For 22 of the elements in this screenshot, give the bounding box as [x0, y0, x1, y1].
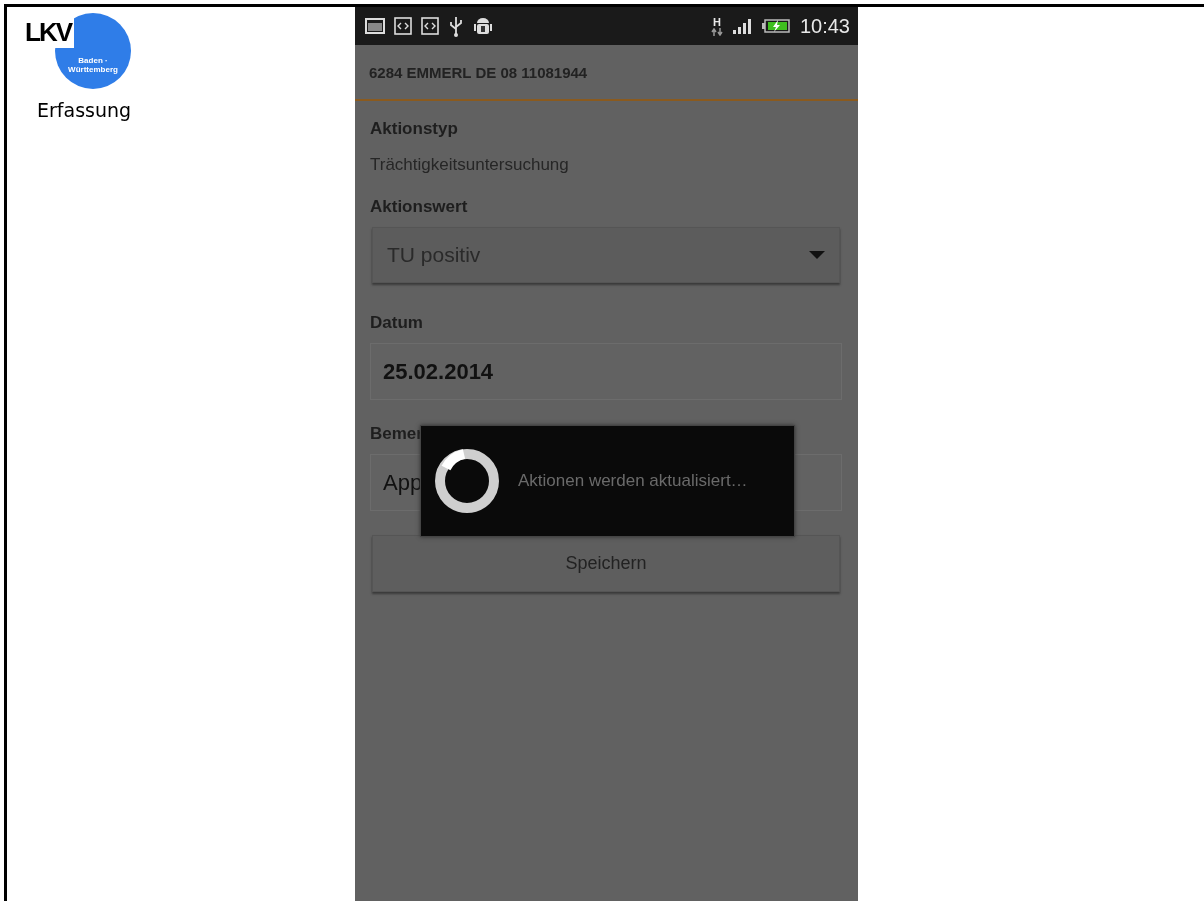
progress-message: Aktionen werden aktualisiert… [518, 471, 748, 491]
usb-icon [448, 15, 464, 37]
field-label: Datum [369, 313, 424, 333]
loading-spinner-icon [434, 448, 500, 514]
network-type-indicator: H [710, 16, 723, 36]
app-title-bar: 6284 EMMERL DE 08 11081944 [355, 45, 858, 101]
field-label: Aktionswert [369, 197, 469, 217]
field-label: Aktionstyp [369, 119, 459, 139]
picture-icon [365, 18, 385, 34]
logo-wordmark: LKV [25, 17, 74, 48]
save-button[interactable]: Speichern [372, 535, 840, 592]
dropdown-arrow-icon [809, 250, 825, 260]
field-value: Trächtigkeitsuntersuchung [369, 155, 570, 175]
slide-title: Erfassung [37, 99, 132, 121]
data-arrows-icon [710, 27, 723, 36]
code-icon [421, 17, 439, 35]
code-icon [394, 17, 412, 35]
signal-icon [731, 18, 752, 34]
input-field[interactable]: 25.02.2014 [370, 343, 842, 400]
field-label: Bemer [369, 424, 424, 444]
android-icon [473, 15, 493, 37]
clock-time: 10:43 [799, 14, 850, 38]
